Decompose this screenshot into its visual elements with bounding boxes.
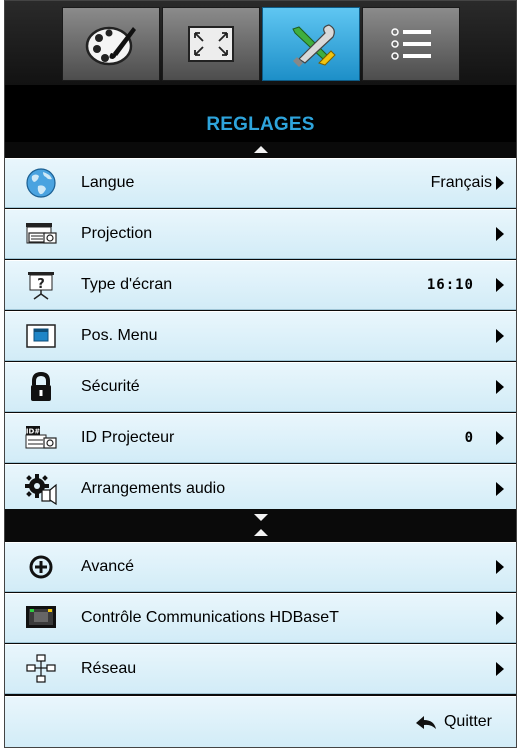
chevron-right-icon [496,611,504,625]
tools-icon [292,24,336,67]
page-title: REGLAGES [206,114,315,135]
menu-item-securite[interactable]: Sécurité [5,362,516,412]
menu-item-label: Contrôle Communications HDBaseT [81,609,339,626]
menu-item-value: Français [430,174,492,191]
menu-item-reseau[interactable]: Réseau [5,644,516,694]
quit-label: Quitter [443,713,492,730]
triangle-up-icon [253,145,268,153]
osd-menu: REGLAGES Langue Français Projection ? Ty… [4,0,517,748]
chevron-right-icon [496,278,504,292]
quit-button[interactable]: Quitter [414,713,492,731]
menu-item-label: Langue [81,174,135,191]
menu-item-value: 0 [464,430,474,446]
chevron-right-icon [496,176,504,190]
menu-item-pos-menu[interactable]: Pos. Menu [5,311,516,361]
plus-circle-icon [23,550,59,584]
tab-options[interactable] [362,7,460,81]
chevron-right-icon [496,482,504,496]
tab-setup[interactable] [262,7,360,81]
menu-item-avance[interactable]: Avancé [5,542,516,592]
list-icon [391,28,431,60]
tab-image[interactable] [62,7,160,81]
triangle-down-icon [253,513,268,521]
menu-item-label: Pos. Menu [81,327,158,344]
scroll-up-indicator-2[interactable] [5,525,516,540]
lock-icon [23,370,59,404]
tab-bar [5,1,516,85]
menu-item-arrangements-audio[interactable]: Arrangements audio [5,464,516,514]
tab-display[interactable] [162,7,260,81]
chevron-right-icon [496,380,504,394]
menu-item-value: 16:10 [426,277,474,293]
menu-footer: Quitter [5,696,516,747]
menu-item-type-ecran[interactable]: ? Type d'écran 16:10 [5,260,516,310]
scroll-down-indicator[interactable] [5,509,516,525]
scroll-up-indicator[interactable] [5,142,516,156]
screen-type-icon: ? [23,268,59,302]
menu-item-controle-hdbaset[interactable]: Contrôle Communications HDBaseT [5,593,516,643]
audio-settings-icon [23,472,59,506]
svg-text:ID#: ID# [26,428,40,436]
chevron-right-icon [496,329,504,343]
menu-item-label: Réseau [81,660,137,677]
menu-item-label: Avancé [81,558,135,575]
menu-item-id-projecteur[interactable]: ID# ID Projecteur 0 [5,413,516,463]
chevron-right-icon [496,227,504,241]
menu-item-langue[interactable]: Langue Français [5,158,516,208]
globe-icon [23,166,59,200]
menu-item-projection[interactable]: Projection [5,209,516,259]
menu-header: REGLAGES [5,85,516,142]
network-port-icon [23,601,59,635]
chevron-right-icon [496,431,504,445]
fullscreen-icon [188,26,234,62]
menu-position-icon [23,319,59,353]
menu-item-label: Type d'écran [81,276,173,293]
chevron-right-icon [496,560,504,574]
network-tree-icon [23,652,59,686]
svg-text:?: ? [37,277,45,292]
menu-item-label: Projection [81,225,153,242]
chevron-right-icon [496,662,504,676]
projector-id-icon: ID# [23,421,59,455]
palette-icon [85,26,136,66]
back-arrow-icon [415,716,436,729]
projection-icon [23,217,59,251]
menu-item-label: Sécurité [81,378,140,395]
menu-item-label: ID Projecteur [81,429,175,446]
triangle-up-icon [253,529,268,536]
menu-item-label: Arrangements audio [81,480,226,497]
